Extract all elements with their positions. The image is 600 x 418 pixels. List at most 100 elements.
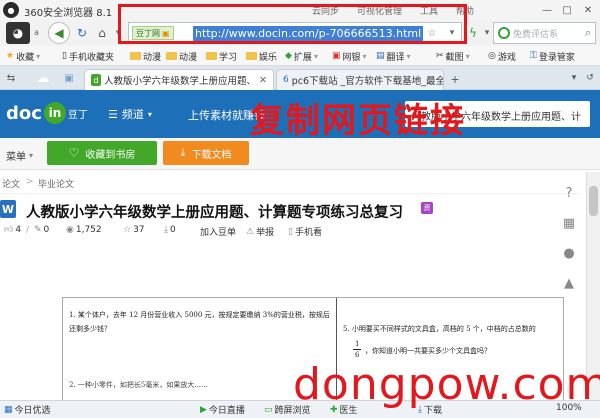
window-icon[interactable]: ▣ [62, 71, 76, 85]
search-box[interactable]: 免费评估系 ⌕ [493, 22, 596, 44]
fav-mobile[interactable]: ▯ 手机收藏夹 [62, 49, 114, 63]
phone-icon: ▯ [62, 51, 67, 61]
fav-bank[interactable]: ▣ 网银 ▾ [332, 49, 367, 63]
doc-meta: 👍︎ 4 / ✎ 0 ◉ 1,752 ☆ 37 ⤓ 0 加入豆单 ⚠ 举报 ▯ 手机看 [0, 222, 580, 242]
minimize-button[interactable]: — [538, 2, 556, 18]
heart-icon: ♡ [68, 146, 80, 160]
menu-label: 菜单 [6, 152, 26, 163]
fraction-denominator: 6 [355, 351, 360, 359]
extend-icon: ◆ [285, 51, 292, 61]
channel-label: 频道 [121, 108, 144, 121]
home-button[interactable]: ⌂ [94, 24, 110, 42]
close-button[interactable]: ✕ [578, 2, 598, 18]
bank-icon: ▣ [332, 51, 341, 61]
views-stat: ◉ 1,752 [66, 225, 102, 235]
like-stat[interactable]: 👍︎ 4 [4, 225, 21, 235]
question-1-line-1: 1. 某个体户，去年 12 月份营业收入 5000 元，按规定要缴纳 3%的营业… [69, 311, 330, 319]
docin-logo[interactable]: doc in 豆丁 [6, 102, 88, 124]
docin-favicon-icon: d [91, 74, 102, 86]
meta-sep: / [26, 225, 30, 235]
page-title: 人教版小学六年级数学上册应用题、计算题专项练习总复习 [26, 205, 403, 221]
site-subbar: 菜单 ▾ ♡ 收藏到书房 ⤓ 下载文档 [0, 138, 600, 170]
back-button[interactable]: ◀ [48, 22, 70, 44]
tab-docin-label: 人教版小学六年级数学上册应用题、 [104, 76, 257, 87]
breadcrumb-item-graduation[interactable]: 毕业论文 [38, 177, 74, 190]
fav-games[interactable]: ◎ 游戏 [488, 49, 516, 63]
question-5-line-2: ，你知道小明一共要买多少个文具盒吗？ [365, 347, 491, 355]
breadcrumb-item-thesis[interactable]: 论文 [2, 177, 20, 190]
collect-label: 收藏到书房 [85, 149, 136, 161]
translate-icon: ▤ [376, 51, 385, 61]
folder-icon [166, 52, 177, 60]
download-stat: ⤓ 0 [164, 225, 176, 235]
add-to-list-link[interactable]: 加入豆单 [200, 225, 236, 238]
qrcode-button[interactable]: ▦ [557, 212, 581, 234]
cloud-icon[interactable]: ☁ [34, 71, 52, 86]
browser-logo-icon: ● [3, 2, 19, 18]
status-today-picks[interactable]: ▦ 今日优选 [4, 403, 51, 417]
status-live[interactable]: ▶ 今日直播 [200, 403, 245, 417]
wechat-button[interactable]: ● [557, 242, 581, 264]
scrollbar-thumb[interactable] [589, 186, 598, 216]
search-engine-icon [498, 27, 510, 39]
tab-close-icon[interactable]: ✕ [259, 75, 267, 86]
channel-menu[interactable]: ☰ 频道 ▾ [108, 106, 152, 122]
window-title: 360安全浏览器 8.1 [24, 8, 113, 19]
fav-translate[interactable]: ▤ 翻译 ▾ [376, 49, 411, 63]
folder-icon [130, 52, 141, 60]
screen-icon: ▭ [264, 404, 273, 415]
fav-login[interactable]: ⚿ 登录管家 [530, 49, 575, 63]
mobile-view-link[interactable]: ▯ 手机看 [288, 225, 322, 239]
key-icon: ⚿ [530, 51, 537, 61]
scissors-icon: ✂ [436, 51, 444, 61]
question-5-line-1: 5. 小明要买不同样式的文具盒，高档的 5 个，中档的占总数的 [343, 325, 536, 333]
download-label: 下载文档 [191, 149, 232, 161]
maximize-button[interactable]: □ [558, 2, 576, 18]
comment-icon: ✎ [34, 225, 42, 235]
fav-anime-2[interactable]: 动漫 [166, 49, 197, 63]
engine-arrow-icon[interactable]: ▾ [482, 27, 492, 39]
sidebar-toggle-button[interactable]: ⇆ [4, 71, 18, 85]
report-link[interactable]: ⚠ 举报 [246, 225, 274, 239]
tab-list-button[interactable]: ▾ [568, 72, 580, 84]
rating-stat[interactable]: ☆ 37 [123, 225, 145, 235]
warning-icon: ⚠ [246, 226, 255, 237]
bell-icon: ▲ [564, 275, 574, 291]
collect-button[interactable]: ♡ 收藏到书房 [47, 141, 157, 165]
lightning-icon[interactable]: ϟ [466, 24, 480, 42]
avatar[interactable]: ◕ [6, 22, 30, 44]
qrcode-icon: ▦ [562, 215, 576, 231]
fav-anime-1[interactable]: 动漫 [130, 49, 161, 63]
question-2-partial: 2. 一种小零件，如把长5毫米，如果放大...... [69, 381, 208, 389]
fav-study[interactable]: 学习 [206, 49, 237, 63]
tab-docin[interactable]: d 人教版小学六年级数学上册应用题、 ✕ [84, 69, 274, 90]
comment-stat[interactable]: ✎ 0 [34, 225, 49, 235]
search-icon[interactable]: ⌕ [585, 26, 591, 40]
menu-dropdown[interactable]: 菜单 ▾ [6, 148, 33, 163]
fav-fun[interactable]: 娱乐 [246, 49, 277, 63]
gamepad-icon: ◎ [488, 51, 496, 61]
tab-pc6[interactable]: 6 pc6下载站 _官方软件下载基地_最全 [276, 69, 444, 90]
vip-badge: 资 [421, 202, 433, 214]
new-tab-button[interactable]: + [448, 72, 462, 86]
restore-tab-button[interactable]: ↺ [584, 72, 596, 84]
download-icon: ⤓ [180, 146, 186, 159]
doc-title-row: W 人教版小学六年级数学上册应用题、计算题专项练习总复习 资 [0, 196, 580, 222]
fav-collect[interactable]: ★ 收藏 ▾ [6, 49, 40, 63]
fav-screenshot[interactable]: ✂ 截图 ▾ [436, 49, 470, 63]
search-input[interactable]: 免费评估系 [513, 27, 558, 40]
watermark: dongpow.com [293, 359, 600, 410]
notify-button[interactable]: ▲ [557, 272, 581, 294]
site-header: doc in 豆丁 ☰ 频道 ▾ 上传素材就赚钱 人教版小学六年级数学上册应用题… [0, 90, 600, 141]
folder-icon [246, 52, 257, 60]
thumbs-up-icon: 👍︎ [4, 225, 14, 235]
fav-extend[interactable]: ◆ 扩展 ▾ [285, 49, 318, 63]
logo-cn: 豆丁 [67, 109, 88, 121]
logo-in: in [43, 102, 66, 124]
mobile-icon: ▯ [288, 226, 293, 237]
user-label: a [34, 28, 39, 37]
refresh-button[interactable]: ↻ [74, 24, 90, 42]
help-button[interactable]: ? [557, 182, 581, 204]
download-button[interactable]: ⤓ 下载文档 [163, 141, 249, 165]
favorites-bar: ★ 收藏 ▾ ▯ 手机收藏夹 动漫 动漫 学习 娱乐 ◆ 扩展 ▾ ▣ 网银 ▾ ▤ 翻译 ▾ ✂… [0, 46, 600, 66]
